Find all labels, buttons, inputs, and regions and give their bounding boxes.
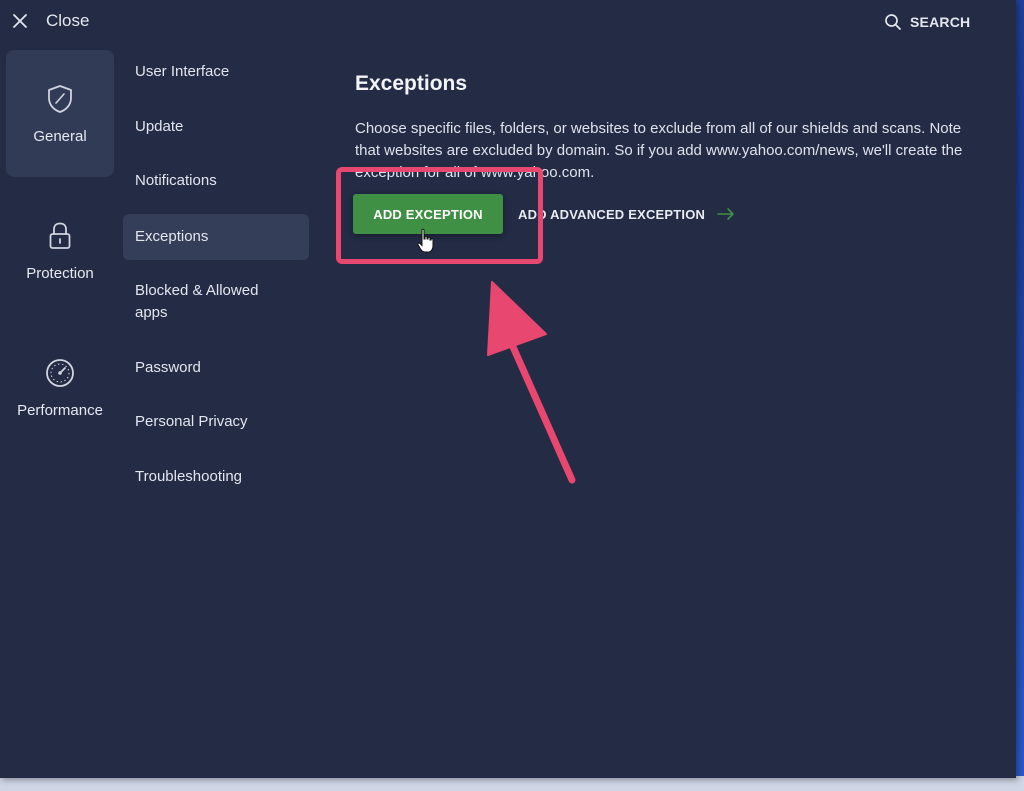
- category-general[interactable]: General: [6, 50, 114, 177]
- subnav-label: Troubleshooting: [135, 468, 243, 485]
- category-protection[interactable]: Protection: [6, 187, 114, 314]
- subnav-label: Exceptions: [135, 228, 209, 245]
- add-advanced-exception-button[interactable]: ADD ADVANCED EXCEPTION: [518, 202, 735, 226]
- add-exception-button[interactable]: ADD EXCEPTION: [353, 194, 503, 234]
- taskbar-strip: [0, 776, 1024, 791]
- subnav-item-update[interactable]: Update: [123, 113, 309, 141]
- settings-window: Close SEARCH General Protection Performa…: [0, 0, 1016, 778]
- shield-icon: [48, 85, 72, 113]
- category-label: General: [33, 128, 87, 145]
- search-button[interactable]: SEARCH: [884, 10, 970, 34]
- subnav-item-personal-privacy[interactable]: Personal Privacy: [123, 408, 309, 436]
- category-label: Performance: [17, 402, 103, 419]
- subnav-item-troubleshooting[interactable]: Troubleshooting: [123, 463, 309, 491]
- category-label: Protection: [26, 265, 94, 282]
- subnav-label: Update: [135, 118, 184, 135]
- subnav-label: Password: [135, 359, 201, 376]
- page-description: Choose specific files, folders, or websi…: [355, 120, 963, 181]
- subnav-label: User Interface: [135, 63, 230, 80]
- close-icon: [13, 14, 27, 28]
- lock-icon: [49, 222, 71, 249]
- search-label: SEARCH: [910, 14, 971, 30]
- subnav-item-blocked-allowed-apps[interactable]: Blocked & Allowed apps: [123, 280, 309, 324]
- add-advanced-exception-label: ADD ADVANCED EXCEPTION: [518, 206, 706, 222]
- subnav-item-exceptions[interactable]: Exceptions: [123, 214, 309, 260]
- close-label: Close: [46, 11, 90, 30]
- subnav-item-notifications[interactable]: Notifications: [123, 167, 309, 195]
- subnav-item-password[interactable]: Password: [123, 354, 309, 382]
- speedometer-icon: [46, 359, 74, 387]
- subnav-label: Notifications: [135, 172, 217, 189]
- arrow-right-icon: [717, 208, 734, 220]
- close-button[interactable]: Close: [10, 8, 89, 34]
- page-title: Exceptions: [355, 72, 468, 95]
- subnav-label: Personal Privacy: [135, 413, 248, 430]
- subnav-label: Blocked & Allowed apps: [135, 282, 259, 321]
- search-icon: [885, 14, 901, 30]
- category-performance[interactable]: Performance: [6, 324, 114, 451]
- subnav-item-user-interface[interactable]: User Interface: [123, 58, 309, 86]
